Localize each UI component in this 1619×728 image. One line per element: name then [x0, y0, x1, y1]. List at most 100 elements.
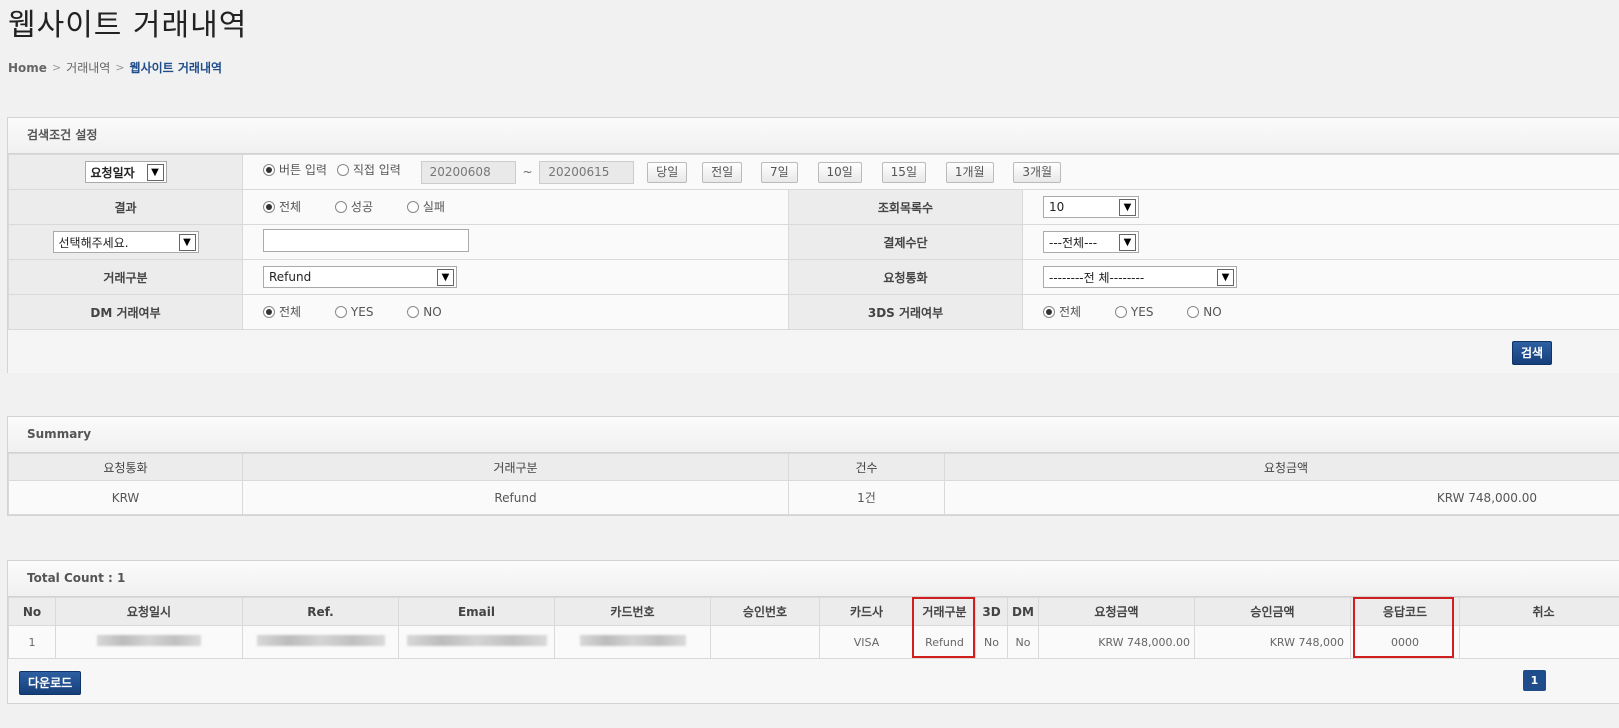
trx-type-label: 거래구분	[8, 259, 243, 295]
radio-icon	[336, 163, 349, 176]
pay-method-select[interactable]: ---전체--- ▼	[1043, 231, 1139, 253]
date-mode-button-radio[interactable]: 버튼 입력	[263, 161, 327, 178]
search-panel-header: 검색조건 설정	[8, 118, 1619, 154]
search-footer: 검색	[8, 330, 1619, 373]
dm-no-radio[interactable]: NO	[407, 305, 442, 319]
result-success-radio[interactable]: 성공	[334, 198, 373, 215]
result-label: 결과	[8, 189, 243, 225]
col-no: No	[8, 597, 56, 626]
breadcrumb-home[interactable]: Home	[8, 61, 47, 75]
summary-panel: Summary 요청통화 거래구분 건수 요청금액 KRW Refund 1건 …	[7, 416, 1619, 516]
summary-trx-type: Refund	[242, 480, 789, 515]
page-title: 웹사이트 거래내역	[8, 8, 248, 43]
redacted-value	[256, 635, 385, 646]
list-count-label: 조회목록수	[788, 189, 1023, 225]
quick-15d-button[interactable]: 15일	[881, 161, 926, 183]
radio-icon	[406, 200, 419, 213]
cell-card-number	[554, 625, 711, 659]
chevron-down-icon: ▼	[1217, 268, 1234, 286]
dm-label: DM 거래여부	[8, 294, 243, 330]
threeds-label: 3DS 거래여부	[788, 294, 1023, 330]
search-keyword-input[interactable]	[263, 229, 469, 252]
summary-currency: KRW	[8, 480, 243, 515]
radio-icon	[334, 305, 347, 318]
cell-card-company: VISA	[819, 625, 914, 659]
date-separator: ~	[522, 164, 533, 179]
summary-amount: KRW 748,000.00	[944, 480, 1619, 515]
cell-resp-code: 0000	[1350, 625, 1460, 659]
chevron-down-icon: ▼	[1119, 233, 1136, 251]
chevron-down-icon: ▼	[1119, 198, 1136, 216]
quick-1m-button[interactable]: 1개월	[945, 161, 994, 183]
summary-count: 1건	[788, 480, 945, 515]
summary-table: 요청통화 거래구분 건수 요청금액 KRW Refund 1건 KRW 748,…	[8, 453, 1619, 515]
cell-trx-type: Refund	[913, 625, 976, 659]
redacted-value	[406, 635, 547, 646]
chevron-down-icon: ▼	[146, 163, 164, 181]
trx-type-select[interactable]: Refund ▼	[263, 266, 457, 288]
date-mode-direct-radio[interactable]: 직접 입력	[336, 161, 401, 178]
search-button[interactable]: 검색	[1512, 341, 1553, 365]
quick-3m-button[interactable]: 3개월	[1013, 161, 1062, 183]
quick-today-button[interactable]: 당일	[647, 161, 688, 183]
summary-col-count: 건수	[788, 453, 945, 481]
cell-appr-amount: KRW 748,000	[1194, 625, 1351, 659]
date-from-input[interactable]: 20200608	[420, 160, 516, 184]
chevron-right-icon: >	[115, 61, 125, 74]
quick-10d-button[interactable]: 10일	[817, 161, 862, 183]
dm-yes-radio[interactable]: YES	[334, 305, 373, 319]
radio-selected-icon	[263, 200, 275, 213]
search-panel: 검색조건 설정 요청일자 ▼ 버튼 입력 직접 입력 20200608 ~ 20…	[7, 117, 1619, 373]
pagination-page[interactable]: 1	[1523, 670, 1546, 691]
cell-request-time	[55, 625, 243, 659]
dm-all-radio[interactable]: 전체	[263, 303, 301, 320]
date-type-select[interactable]: 요청일자 ▼	[84, 161, 167, 183]
cell-ref	[242, 625, 399, 659]
threeds-yes-radio[interactable]: YES	[1114, 305, 1153, 319]
cell-req-amount: KRW 748,000.00	[1038, 625, 1195, 659]
col-approval-no: 승인번호	[710, 597, 820, 626]
radio-icon	[1114, 305, 1127, 318]
col-card-company: 카드사	[819, 597, 914, 626]
breadcrumb-level1[interactable]: 거래내역	[66, 59, 110, 76]
col-3d: 3D	[975, 597, 1008, 626]
search-form-table: 요청일자 ▼ 버튼 입력 직접 입력 20200608 ~ 20200615 당…	[8, 154, 1619, 330]
chevron-down-icon: ▼	[178, 233, 196, 251]
threeds-all-radio[interactable]: 전체	[1043, 303, 1081, 320]
radio-icon	[1187, 305, 1200, 318]
cell-no: 1	[8, 625, 56, 659]
pay-method-label: 결제수단	[788, 224, 1023, 260]
quick-7d-button[interactable]: 7일	[761, 161, 798, 183]
currency-select[interactable]: --------전 체-------- ▼	[1043, 266, 1237, 288]
col-cancel: 취소	[1459, 597, 1619, 626]
result-panel: Total Count : 1 No 요청일시 Ref. Email 카드번호 …	[7, 560, 1619, 704]
quick-yesterday-button[interactable]: 전일	[702, 161, 743, 183]
cell-approval-no	[710, 625, 820, 659]
threeds-no-radio[interactable]: NO	[1187, 305, 1222, 319]
cell-3d: No	[975, 625, 1008, 659]
col-request-time: 요청일시	[55, 597, 243, 626]
col-appr-amount: 승인금액	[1194, 597, 1351, 626]
redacted-value	[97, 635, 201, 646]
result-all-radio[interactable]: 전체	[263, 198, 301, 215]
date-to-input[interactable]: 20200615	[539, 160, 635, 184]
col-resp-code: 응답코드	[1350, 597, 1460, 626]
table-row[interactable]: 1 VISA Refund No No KRW 748,000.00 KRW 7…	[8, 625, 1619, 659]
radio-selected-icon	[263, 305, 275, 318]
cell-email	[398, 625, 555, 659]
col-dm: DM	[1007, 597, 1039, 626]
field-select[interactable]: 선택해주세요. ▼	[52, 231, 199, 253]
chevron-down-icon: ▼	[437, 268, 454, 286]
col-req-amount: 요청금액	[1038, 597, 1195, 626]
download-button[interactable]: 다운로드	[19, 671, 82, 695]
list-count-select[interactable]: 10 ▼	[1043, 196, 1139, 218]
radio-icon	[407, 305, 420, 318]
summary-col-amount: 요청금액	[944, 453, 1619, 481]
result-fail-radio[interactable]: 실패	[406, 198, 445, 215]
breadcrumb-current: 웹사이트 거래내역	[129, 61, 223, 75]
summary-col-trx-type: 거래구분	[242, 453, 789, 481]
result-table: No 요청일시 Ref. Email 카드번호 승인번호 카드사 거래구분 3D…	[8, 597, 1619, 659]
col-ref: Ref.	[242, 597, 399, 626]
breadcrumb: Home > 거래내역 > 웹사이트 거래내역	[8, 59, 222, 76]
table-row: KRW Refund 1건 KRW 748,000.00	[8, 480, 1619, 515]
